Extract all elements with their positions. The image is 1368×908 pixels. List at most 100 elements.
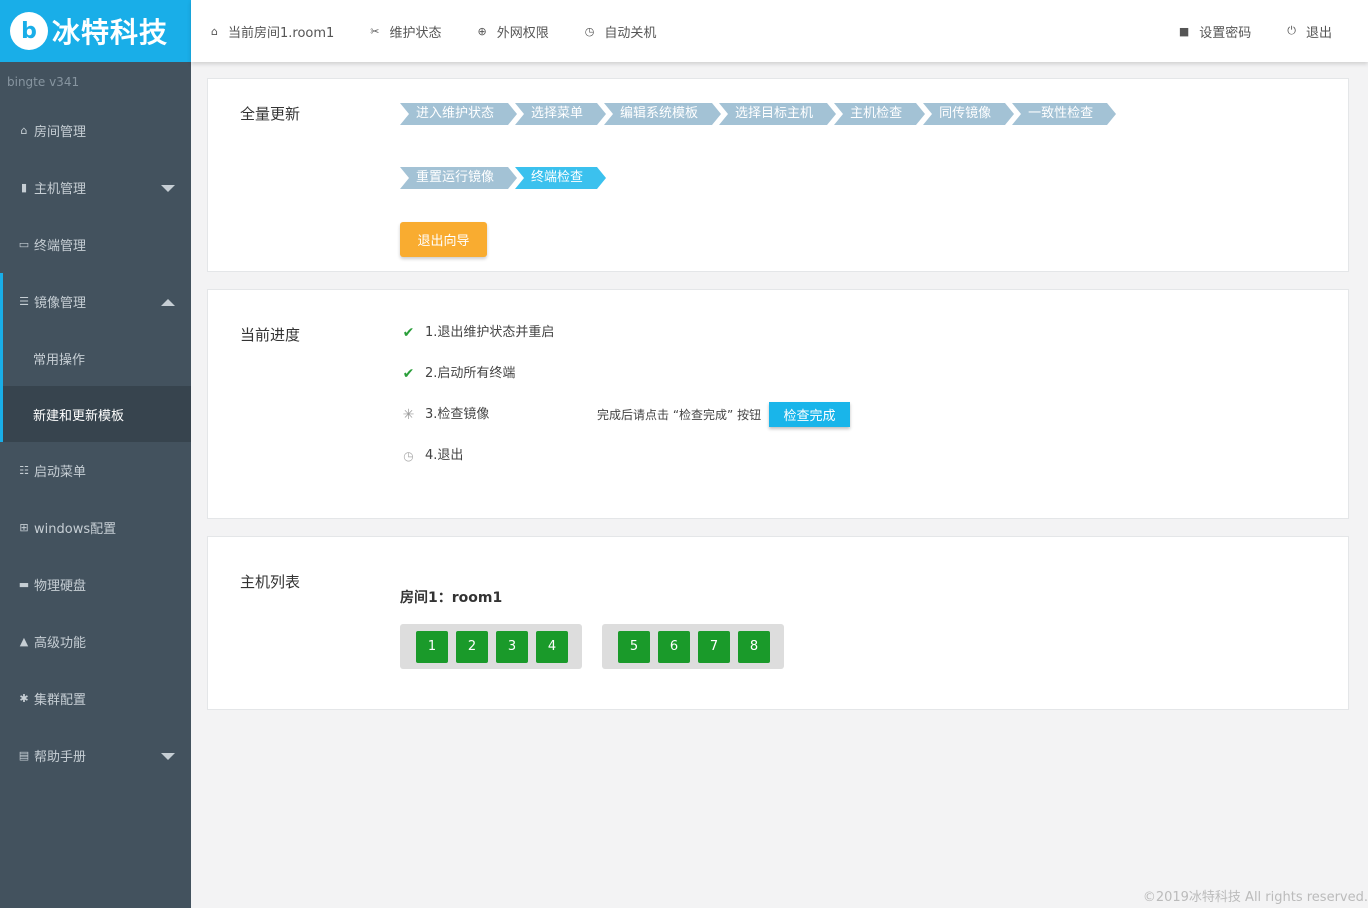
- wizard-step: 一致性检查: [1012, 103, 1117, 125]
- nav-maintenance[interactable]: ✂ 维护状态: [370, 22, 441, 41]
- chevron-down-icon: [161, 184, 175, 192]
- check-done-button[interactable]: 检查完成: [769, 402, 850, 427]
- progress-item: ✔ 2.启动所有终端: [400, 365, 870, 406]
- wizard-step-row: 重置运行镜像 终端检查: [400, 167, 1160, 189]
- sidebar-item-help[interactable]: ▤ 帮助手册: [0, 727, 191, 784]
- wizard-step: 进入维护状态: [400, 103, 518, 125]
- progress-item-label: 1.退出维护状态并重启: [425, 325, 555, 340]
- monitor-icon: ▭: [18, 238, 30, 251]
- nav-label: 当前房间1.room1: [227, 25, 335, 41]
- host-group: 5 6 7 8: [602, 624, 784, 669]
- chevron-down-icon: [161, 752, 175, 760]
- brand-name: 冰特科技: [52, 16, 169, 49]
- wizard-step: 选择菜单: [515, 103, 607, 125]
- room-title: 房间1：room1: [400, 590, 503, 606]
- spinner-icon: ✳: [402, 407, 415, 423]
- gear-icon: ✱: [19, 692, 29, 705]
- sidebar: b 冰特科技 bingte v341 ⌂ 房间管理 ▮ 主机管理 ▭ 终端管理 …: [0, 0, 191, 908]
- sidebar-subitem-new-update-template[interactable]: 新建和更新模板: [3, 386, 191, 442]
- nav-internet-permission[interactable]: ⊕ 外网权限: [478, 22, 549, 41]
- main-content: 全量更新 进入维护状态 选择菜单 编辑系统模板 选择目标主机 主机检查 同传镜像…: [207, 78, 1349, 727]
- globe-icon: ⊕: [477, 24, 487, 38]
- progress-list: ✔ 1.退出维护状态并重启 ✔ 2.启动所有终端 ✳ 3.检查镜像 完成后请点击…: [400, 324, 870, 488]
- version-label: bingte v341: [7, 75, 80, 89]
- host-tile[interactable]: 6: [658, 630, 690, 663]
- host-group: 1 2 3 4: [400, 624, 582, 669]
- sidebar-subitem-label: 常用操作: [33, 352, 86, 368]
- host-tile[interactable]: 2: [456, 630, 488, 663]
- progress-item-label: 4.退出: [425, 448, 464, 463]
- sidebar-item-windows-config[interactable]: ⊞ windows配置: [0, 499, 191, 556]
- progress-panel: 当前进度 ✔ 1.退出维护状态并重启 ✔ 2.启动所有终端 ✳ 3.检查镜像 完…: [207, 289, 1349, 519]
- footer-copyright: ©2019冰特科技 All rights reserved.: [1142, 890, 1368, 905]
- host-tile[interactable]: 1: [416, 630, 448, 663]
- sidebar-item-hosts[interactable]: ▮ 主机管理: [0, 159, 191, 216]
- sidebar-item-boot-menu[interactable]: ☷ 启动菜单: [0, 442, 191, 499]
- progress-item: ✳ 3.检查镜像 完成后请点击 “检查完成” 按钮 检查完成: [400, 402, 870, 447]
- sidebar-item-label: 启动菜单: [34, 465, 87, 480]
- sidebar-item-label: 房间管理: [34, 125, 87, 140]
- check-icon: ✔: [402, 325, 415, 341]
- exit-wizard-button[interactable]: 退出向导: [400, 222, 487, 257]
- sidebar-item-advanced[interactable]: ▲ 高级功能: [0, 613, 191, 670]
- wizard-step-current: 终端检查: [515, 167, 607, 189]
- nav-right: ■ 设置密码 ⏻ 退出: [1159, 22, 1368, 41]
- sidebar-item-terminals[interactable]: ▭ 终端管理: [0, 216, 191, 273]
- progress-item-label: 2.启动所有终端: [425, 366, 516, 381]
- hdd-icon: ▬: [18, 578, 30, 591]
- check-icon: ✔: [402, 366, 415, 382]
- sidebar-item-label: 高级功能: [34, 636, 87, 651]
- nav-label: 外网权限: [496, 25, 549, 41]
- images-submenu: 常用操作 新建和更新模板: [0, 330, 191, 442]
- clock-icon: ◷: [584, 24, 595, 38]
- progress-item-label: 3.检查镜像: [425, 407, 490, 422]
- progress-item: ◷ 4.退出: [400, 447, 870, 488]
- host-tile[interactable]: 8: [738, 630, 770, 663]
- wizard-step: 选择目标主机: [719, 103, 837, 125]
- home-icon: ⌂: [211, 24, 218, 38]
- host-tile[interactable]: 3: [496, 630, 528, 663]
- nav-logout[interactable]: ⏻ 退出: [1287, 22, 1332, 41]
- sidebar-item-label: 镜像管理: [34, 296, 87, 311]
- server-icon: ▮: [20, 181, 28, 194]
- sidebar-item-physical-disk[interactable]: ▬ 物理硬盘: [0, 556, 191, 613]
- chevron-up-icon: [161, 298, 175, 306]
- sidebar-item-rooms[interactable]: ⌂ 房间管理: [0, 102, 191, 159]
- nav-auto-shutdown[interactable]: ◷ 自动关机: [585, 22, 657, 41]
- nav-label: 自动关机: [604, 25, 657, 41]
- nav-label: 维护状态: [389, 25, 442, 41]
- sidebar-item-images[interactable]: ☰ 镜像管理: [0, 273, 191, 330]
- nav-label: 退出: [1305, 25, 1332, 41]
- wizard-step: 重置运行镜像: [400, 167, 518, 189]
- host-tile[interactable]: 7: [698, 630, 730, 663]
- warning-icon: ▲: [19, 635, 29, 648]
- sidebar-item-label: 终端管理: [34, 239, 87, 254]
- wizard-step-row: 进入维护状态 选择菜单 编辑系统模板 选择目标主机 主机检查 同传镜像 一致性检…: [400, 103, 1160, 125]
- panel-title: 全量更新: [240, 105, 301, 123]
- wizard-step: 同传镜像: [923, 103, 1015, 125]
- panel-title: 主机列表: [240, 573, 301, 591]
- home-icon: ⌂: [20, 124, 28, 137]
- wizard-steps: 进入维护状态 选择菜单 编辑系统模板 选择目标主机 主机检查 同传镜像 一致性检…: [400, 103, 1160, 231]
- sidebar-subitem-label: 新建和更新模板: [33, 408, 125, 424]
- sidebar-item-label: 物理硬盘: [34, 579, 87, 594]
- panel-title: 当前进度: [240, 326, 301, 344]
- host-tile[interactable]: 4: [536, 630, 568, 663]
- topbar: ⌂ 当前房间1.room1 ✂ 维护状态 ⊕ 外网权限 ◷ 自动关机 ■ 设置密…: [191, 0, 1368, 62]
- logo[interactable]: b 冰特科技: [0, 0, 191, 62]
- nav-set-password[interactable]: ■ 设置密码: [1179, 22, 1251, 41]
- tools-icon: ✂: [370, 24, 380, 38]
- progress-item: ✔ 1.退出维护状态并重启: [400, 324, 870, 365]
- nav-label: 设置密码: [1199, 25, 1252, 41]
- logo-mark-icon: b: [10, 12, 48, 50]
- host-tile[interactable]: 5: [618, 630, 650, 663]
- sidebar-item-cluster[interactable]: ✱ 集群配置: [0, 670, 191, 727]
- book-icon: ▤: [18, 749, 30, 762]
- host-list-panel: 主机列表 房间1：room1 1 2 3 4 5 6 7 8: [207, 536, 1349, 710]
- sidebar-subitem-common-ops[interactable]: 常用操作: [3, 330, 191, 386]
- power-icon: ⏻: [1287, 24, 1296, 37]
- progress-hint: 完成后请点击 “检查完成” 按钮: [597, 408, 762, 422]
- clock-icon: ◷: [403, 449, 414, 463]
- wizard-step: 编辑系统模板: [604, 103, 722, 125]
- nav-current-room[interactable]: ⌂ 当前房间1.room1: [211, 22, 334, 41]
